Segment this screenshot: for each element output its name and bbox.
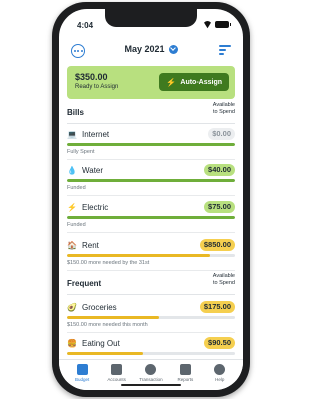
category-name: Eating Out [82, 339, 120, 348]
chevron-down-icon [168, 44, 178, 54]
category-name: Internet [82, 130, 110, 139]
avocado-icon: 🥑 [67, 303, 77, 312]
home-indicator [121, 384, 181, 386]
progress-fill [67, 143, 235, 146]
lightning-icon: ⚡ [166, 77, 177, 87]
category-group-header[interactable]: Frequent Available to Spend [67, 273, 235, 295]
droplet-icon: 💧 [67, 166, 77, 175]
progress-fill [67, 316, 160, 319]
funding-status: $150.00 more needed this month [67, 322, 148, 328]
tab-label: Budget [75, 377, 90, 382]
tab-label: Accounts [107, 377, 126, 382]
laptop-icon: 💻 [67, 130, 77, 139]
auto-assign-label: Auto-Assign [180, 78, 222, 86]
category-row[interactable]: 💧 Water $40.00 Funded [67, 160, 235, 196]
wifi-icon [203, 21, 212, 28]
tab-label: Transaction [139, 377, 163, 382]
category-row[interactable]: ⚡ Electric $75.00 Funded [67, 197, 235, 233]
plus-circle-icon [145, 364, 157, 375]
progress-fill [67, 216, 235, 219]
available-amount[interactable]: $90.50 [204, 337, 235, 349]
progress-bar [67, 254, 235, 257]
funding-status: Fully Spent [67, 149, 95, 155]
progress-bar [67, 216, 235, 219]
ready-to-assign-amount: $350.00 [75, 72, 108, 82]
burger-icon: 🍔 [67, 339, 77, 348]
notch [105, 9, 197, 27]
available-amount[interactable]: $850.00 [199, 239, 235, 251]
tab-accounts[interactable]: Accounts [102, 364, 132, 390]
category-row[interactable]: 💻 Internet $0.00 Fully Spent [67, 124, 235, 160]
bar-chart-icon [179, 364, 191, 375]
category-group-header[interactable]: Bills Available to Spend [67, 102, 235, 124]
tab-label: Reports [177, 377, 194, 382]
category-name: Rent [82, 241, 99, 250]
app-screen: 4:04 May 2021 $350.00 Ready to Assign ⚡ [59, 9, 243, 390]
category-name: Water [82, 166, 104, 175]
funding-status: Funded [67, 222, 86, 228]
tab-reports[interactable]: Reports [170, 364, 200, 390]
progress-bar [67, 179, 235, 182]
category-row[interactable]: 🏠 Rent $850.00 $150.00 more needed by the 3… [67, 235, 235, 271]
category-row[interactable]: 🥑 Groceries $175.00 $150.00 more needed thi… [67, 297, 235, 333]
tab-help[interactable]: Help [205, 364, 235, 390]
available-column-label: Available to Spend [212, 273, 235, 286]
available-amount[interactable]: $175.00 [199, 301, 235, 313]
house-icon: 🏠 [67, 241, 77, 250]
auto-assign-button[interactable]: ⚡ Auto-Assign [159, 73, 229, 91]
group-title: Bills [67, 108, 84, 117]
month-label: May 2021 [124, 44, 165, 54]
phone-frame: 4:04 May 2021 $350.00 Ready to Assign ⚡ [52, 2, 250, 397]
progress-fill [67, 352, 143, 355]
progress-fill [67, 179, 235, 182]
progress-fill [67, 254, 210, 257]
progress-bar [67, 352, 235, 355]
category-name: Electric [82, 203, 109, 212]
status-time: 4:04 [77, 21, 94, 30]
top-bar: May 2021 [59, 39, 243, 63]
bank-icon [111, 364, 123, 375]
budget-icon [76, 364, 88, 375]
group-title: Frequent [67, 279, 102, 288]
battery-icon [215, 21, 231, 28]
help-icon [214, 364, 226, 375]
tab-budget[interactable]: Budget [67, 364, 97, 390]
available-amount[interactable]: $75.00 [204, 201, 235, 213]
ready-to-assign-label: Ready to Assign [75, 84, 119, 90]
available-amount[interactable]: $40.00 [204, 164, 235, 176]
progress-bar [67, 143, 235, 146]
tab-transaction[interactable]: Transaction [136, 364, 166, 390]
edit-list-icon[interactable] [219, 45, 231, 56]
ready-to-assign-banner: $350.00 Ready to Assign ⚡ Auto-Assign [67, 66, 235, 99]
status-bar: 4:04 [59, 9, 243, 37]
funding-status: $150.00 more needed by the 31st [67, 260, 150, 266]
lightning-icon: ⚡ [67, 203, 77, 212]
available-amount[interactable]: $0.00 [208, 128, 235, 140]
category-name: Groceries [82, 303, 117, 312]
progress-bar [67, 316, 235, 319]
funding-status: Funded [67, 185, 86, 191]
available-column-label: Available to Spend [212, 102, 235, 115]
month-selector[interactable]: May 2021 [124, 44, 178, 54]
tab-label: Help [215, 377, 225, 382]
